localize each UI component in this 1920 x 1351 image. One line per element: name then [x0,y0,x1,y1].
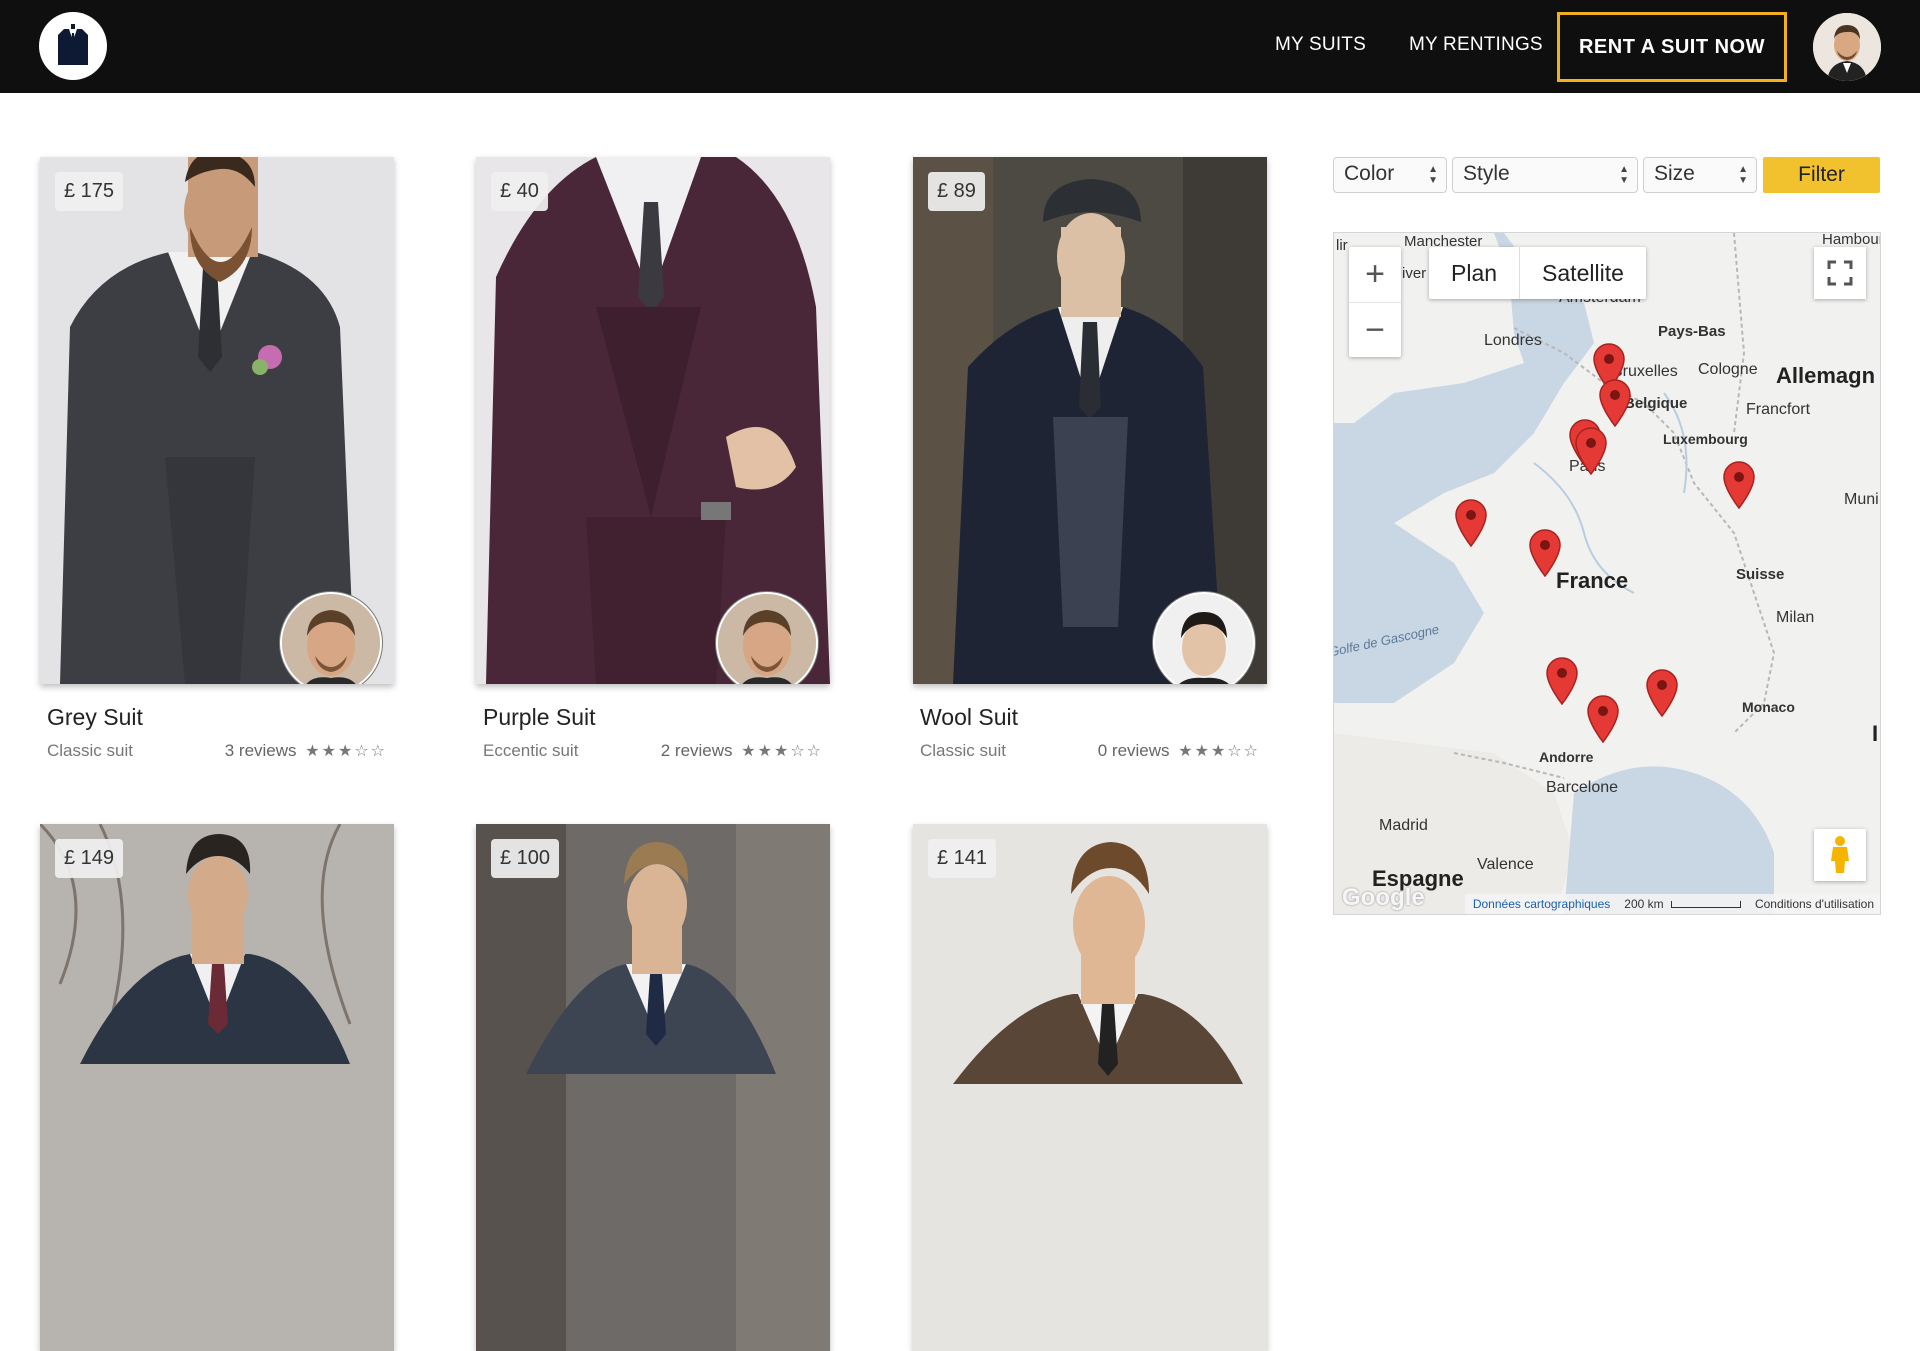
map-pin[interactable] [1722,461,1756,509]
zoom-out-icon[interactable]: − [1349,302,1401,357]
map-label: Luxembourg [1663,431,1748,447]
map-label: Andorre [1539,749,1594,765]
suit-photo[interactable]: £ 40 [476,157,830,684]
map-pin[interactable] [1574,427,1608,475]
fullscreen-icon[interactable] [1814,247,1866,299]
suit-card[interactable]: £ 175 Grey Suit Classic suit 3 reviews ★… [40,157,394,760]
filter-button[interactable]: Filter [1763,157,1880,193]
map-label: Cologne [1698,361,1758,378]
nav-my-suits[interactable]: MY SUITS [1275,34,1366,56]
map-pin[interactable] [1598,379,1632,427]
map-label: I [1872,721,1879,746]
star-rating: ★★★☆☆ [305,743,387,760]
map-footer: Google Données cartographiques 200 km Co… [1334,884,1880,914]
map-label: Barcelone [1546,779,1619,796]
map-label: Pays-Bas [1658,323,1726,340]
price-badge: £ 89 [928,172,985,211]
review-summary: 0 reviews ★★★☆☆ [1098,741,1260,761]
rent-a-suit-now-button[interactable]: RENT A SUIT NOW [1557,12,1787,82]
suit-title[interactable]: Grey Suit [47,704,143,731]
user-avatar[interactable] [1813,13,1881,81]
top-navbar: MY SUITS MY RENTINGS RENT A SUIT NOW [0,0,1920,93]
owner-avatar[interactable] [716,592,818,684]
suit-card[interactable]: £ 141 [913,824,1267,1351]
map-scale: 200 km [1624,897,1741,911]
map-type-control: Plan Satellite [1429,247,1646,299]
map-pin[interactable] [1545,657,1579,705]
suit-style: Classic suit [920,741,1006,760]
map-label: Londres [1484,332,1542,349]
suit-style: Eccentic suit [483,741,579,760]
select-arrows-icon: ▲ ▼ [1619,164,1629,186]
price-badge: £ 100 [491,839,560,878]
price-badge: £ 40 [491,172,548,211]
map-pin[interactable] [1586,695,1620,743]
map-scale-label: 200 km [1624,897,1664,911]
price-badge: £ 175 [55,172,124,211]
map-label: Monaco [1742,699,1795,715]
map-label: lir [1336,237,1348,254]
suit-card[interactable]: £ 89 Wool Suit Classic suit 0 reviews ★★… [913,157,1267,760]
map-label: Suisse [1736,566,1785,583]
map-label: Valence [1477,856,1534,873]
star-rating: ★★★☆☆ [741,743,823,760]
price-badge: £ 141 [928,839,997,878]
map-pin[interactable] [1645,669,1679,717]
suit-title[interactable]: Purple Suit [483,704,596,731]
suit-photo[interactable]: £ 149 [40,824,394,1351]
price-badge: £ 149 [55,839,124,878]
suit-style: Classic suit [47,741,133,760]
suit-card[interactable]: £ 40 Purple Suit Eccentic suit 2 reviews… [476,157,830,760]
style-select[interactable]: Style ▲ ▼ [1452,157,1638,193]
map-label: Madrid [1379,817,1428,834]
review-count[interactable]: 3 reviews [225,741,297,760]
select-arrows-icon: ▲ ▼ [1428,164,1438,186]
zoom-in-icon[interactable]: + [1349,247,1401,302]
nav-my-rentings[interactable]: MY RENTINGS [1409,34,1543,56]
review-count[interactable]: 2 reviews [661,741,733,760]
suit-photo[interactable]: £ 141 [913,824,1267,1351]
map-terms-link[interactable]: Conditions d'utilisation [1755,897,1874,911]
map-zoom-control: + − [1349,247,1401,357]
map-pin[interactable] [1454,499,1488,547]
map-label: Muni [1844,491,1879,508]
map-label: Milan [1776,609,1815,626]
review-summary: 2 reviews ★★★☆☆ [661,741,823,761]
size-select[interactable]: Size ▲ ▼ [1643,157,1757,193]
color-select-value: Color [1344,162,1395,185]
map-pin[interactable] [1528,529,1562,577]
suit-photo[interactable]: £ 100 [476,824,830,1351]
suit-photo[interactable]: £ 175 [40,157,394,684]
color-select[interactable]: Color ▲ ▼ [1333,157,1447,193]
suit-title[interactable]: Wool Suit [920,704,1018,731]
map-label: iver [1402,265,1427,282]
owner-avatar[interactable] [280,592,382,684]
review-count[interactable]: 0 reviews [1098,741,1170,760]
map-label: Francfort [1746,401,1811,418]
suit-card[interactable]: £ 100 [476,824,830,1351]
map-type-plan-button[interactable]: Plan [1429,247,1519,299]
suit-photo[interactable]: £ 89 [913,157,1267,684]
map-label: Belgique [1624,395,1688,412]
map-data-link[interactable]: Données cartographiques [1473,897,1610,911]
map-type-satellite-button[interactable]: Satellite [1519,247,1646,299]
map[interactable]: lir Manchester iver Hambourg Amsterdam P… [1333,232,1881,915]
suit-card[interactable]: £ 149 [40,824,394,1351]
street-view-pegman-icon[interactable] [1814,829,1866,881]
map-label: France [1556,568,1629,593]
google-logo: Google [1342,884,1425,911]
style-select-value: Style [1463,162,1510,185]
map-label: Hambourg [1822,232,1880,248]
map-label: Allemagn [1776,363,1876,388]
map-scale-bar [1670,901,1741,909]
review-summary: 3 reviews ★★★☆☆ [225,741,387,761]
star-rating: ★★★☆☆ [1178,743,1260,760]
select-arrows-icon: ▲ ▼ [1738,164,1748,186]
owner-avatar[interactable] [1153,592,1255,684]
size-select-value: Size [1654,162,1695,185]
logo-suit-icon[interactable] [39,12,107,80]
